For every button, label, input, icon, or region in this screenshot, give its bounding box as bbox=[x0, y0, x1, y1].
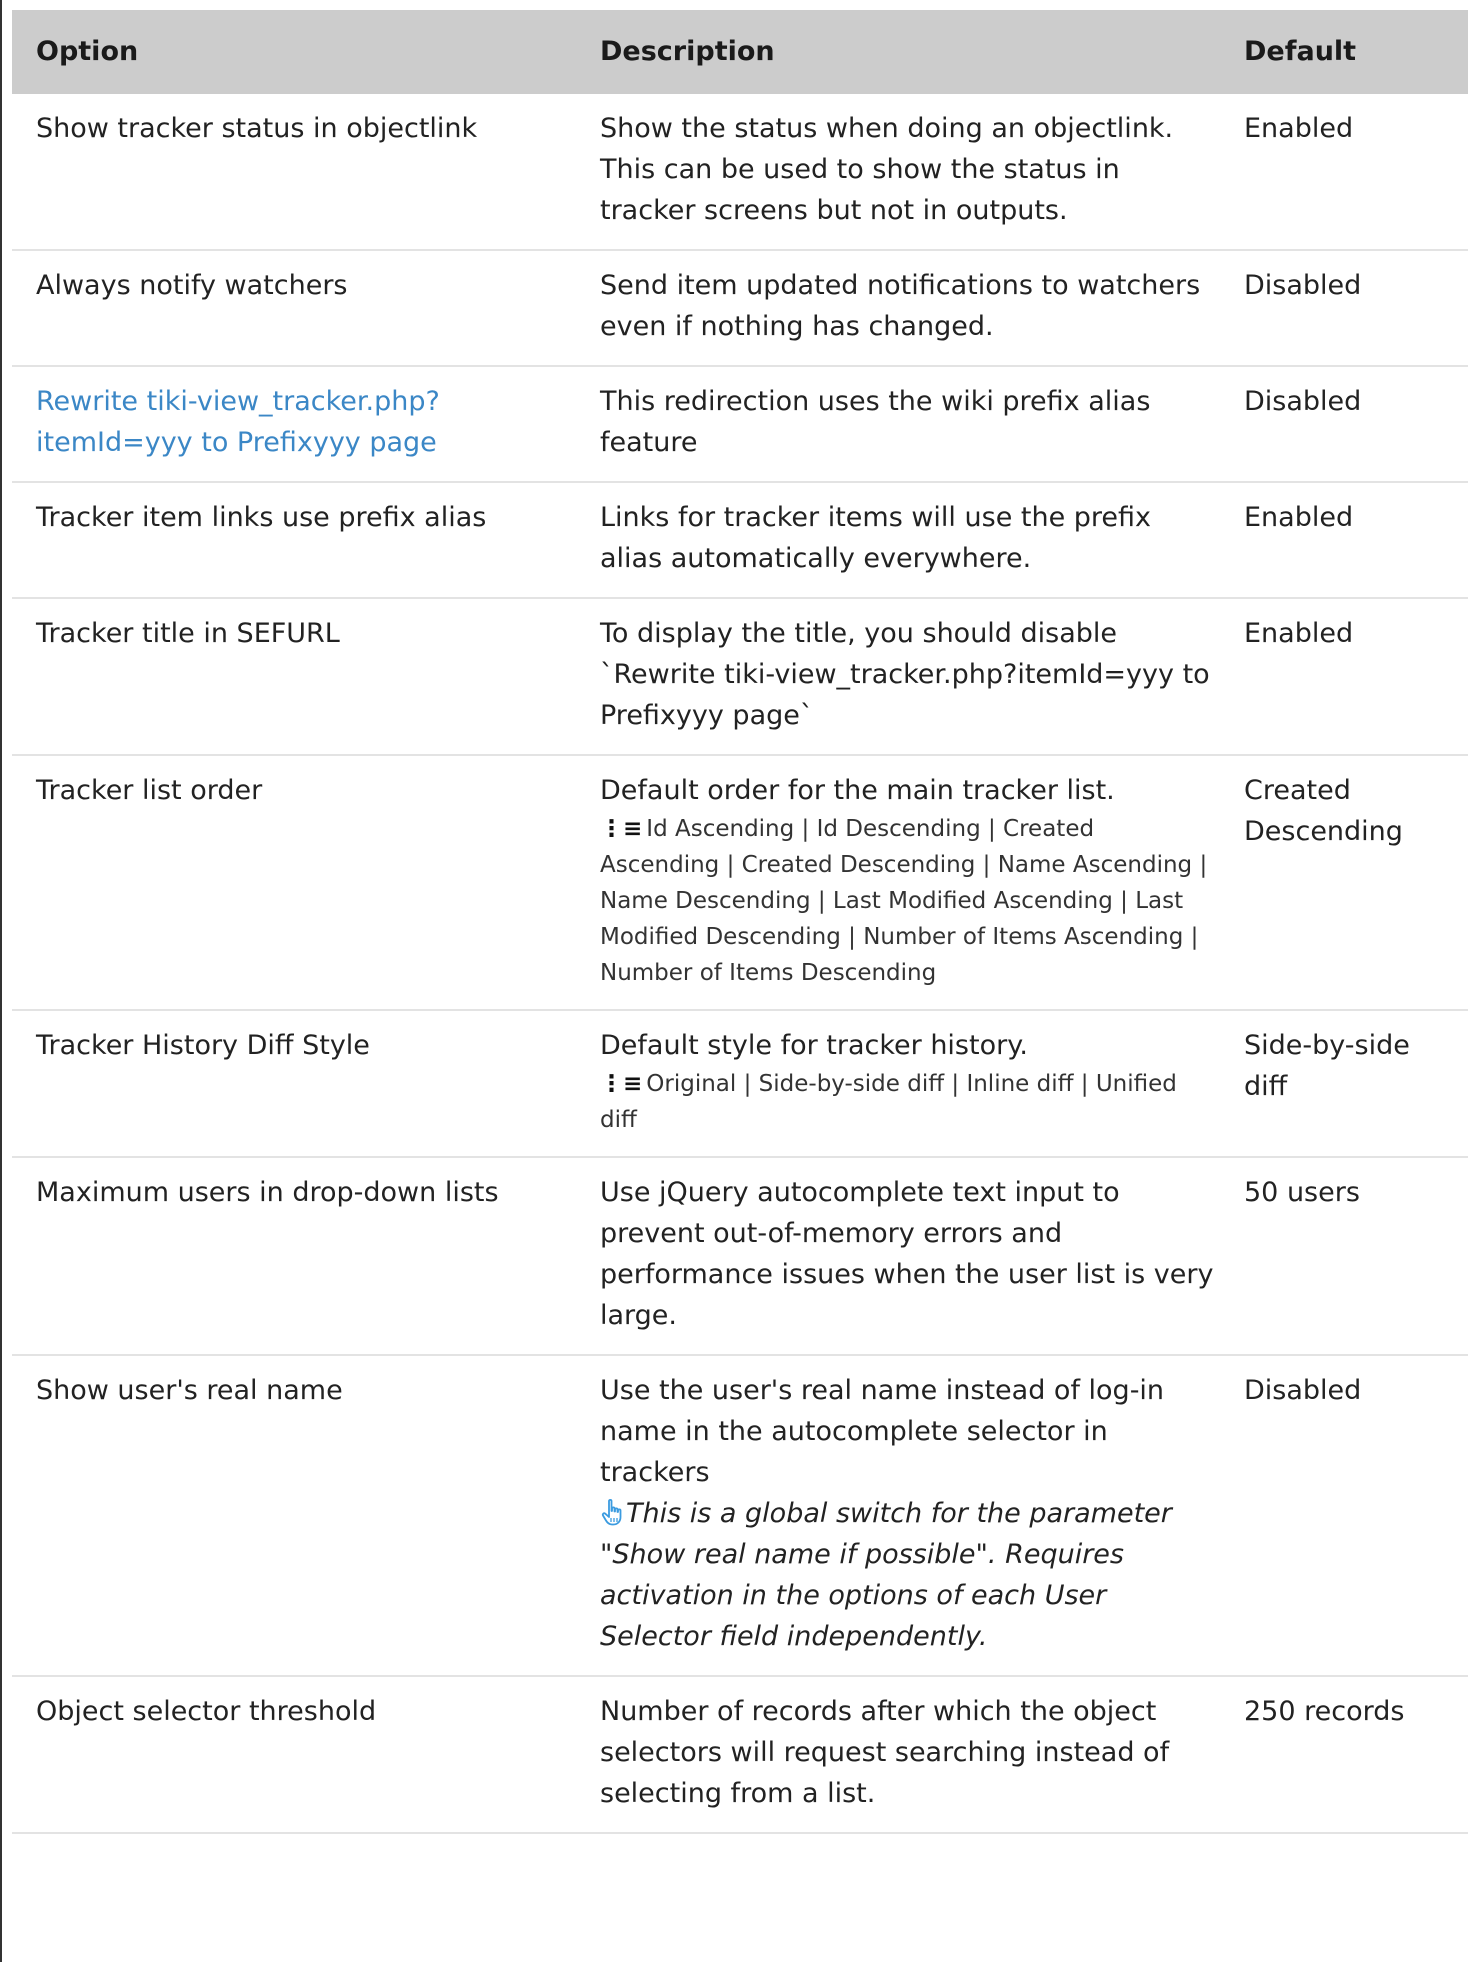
table-row: Rewrite tiki-view_tracker.php?itemId=yyy… bbox=[12, 366, 1468, 483]
hint-note: This is a global switch for the paramete… bbox=[600, 1493, 1220, 1657]
default-cell: Disabled bbox=[1236, 366, 1468, 483]
table-row: Tracker title in SEFURL To display the t… bbox=[12, 598, 1468, 756]
option-cell: Tracker item links use prefix alias bbox=[12, 482, 576, 599]
options-text: Original | Side-by-side diff | Inline di… bbox=[600, 1071, 1177, 1133]
description-cell: Number of records after which the object… bbox=[576, 1676, 1236, 1834]
table-row: Tracker list order Default order for the… bbox=[12, 755, 1468, 1011]
option-cell: Always notify watchers bbox=[12, 250, 576, 367]
preferences-table-container: Option Description Default Show tracker … bbox=[12, 10, 1468, 1834]
description-cell: Default order for the main tracker list.… bbox=[576, 755, 1236, 1011]
header-default: Default bbox=[1236, 10, 1468, 94]
default-cell: Enabled bbox=[1236, 598, 1468, 756]
description-cell: Use the user's real name instead of log-… bbox=[576, 1355, 1236, 1677]
description-cell: To display the title, you should disable… bbox=[576, 598, 1236, 756]
default-cell: Created Descending bbox=[1236, 755, 1468, 1011]
table-row: Tracker History Diff Style Default style… bbox=[12, 1010, 1468, 1158]
description-text: Default style for tracker history. bbox=[600, 1030, 1028, 1061]
page-left-border bbox=[0, 0, 2, 1962]
default-cell: Side-by-side diff bbox=[1236, 1010, 1468, 1158]
header-option: Option bbox=[12, 10, 576, 94]
options-list: ⋮≡ Original | Side-by-side diff | Inline … bbox=[600, 1066, 1220, 1138]
options-list: ⋮≡ Id Ascending | Id Descending | Created… bbox=[600, 811, 1220, 991]
option-cell: Show user's real name bbox=[12, 1355, 576, 1677]
option-cell: Tracker list order bbox=[12, 755, 576, 1011]
table-row: Tracker item links use prefix alias Link… bbox=[12, 482, 1468, 599]
description-cell: Default style for tracker history. ⋮≡ Ori… bbox=[576, 1010, 1236, 1158]
table-row: Object selector threshold Number of reco… bbox=[12, 1676, 1468, 1834]
pointing-hand-icon bbox=[601, 1498, 622, 1526]
option-cell: Tracker History Diff Style bbox=[12, 1010, 576, 1158]
table-header: Option Description Default bbox=[12, 10, 1468, 94]
default-cell: Enabled bbox=[1236, 482, 1468, 599]
hint-text: This is a global switch for the paramete… bbox=[600, 1498, 1172, 1652]
default-cell: 50 users bbox=[1236, 1157, 1468, 1356]
description-text: Default order for the main tracker list. bbox=[600, 775, 1115, 806]
header-description: Description bbox=[576, 10, 1236, 94]
table-body: Show tracker status in objectlink Show t… bbox=[12, 94, 1468, 1834]
option-cell: Show tracker status in objectlink bbox=[12, 94, 576, 251]
default-cell: 250 records bbox=[1236, 1676, 1468, 1834]
list-icon: ⋮≡ bbox=[600, 1071, 643, 1097]
description-cell: Links for tracker items will use the pre… bbox=[576, 482, 1236, 599]
description-text: Use the user's real name instead of log-… bbox=[600, 1375, 1165, 1488]
description-cell: Send item updated notifications to watch… bbox=[576, 250, 1236, 367]
description-cell: Show the status when doing an objectlink… bbox=[576, 94, 1236, 251]
table-row: Show tracker status in objectlink Show t… bbox=[12, 94, 1468, 251]
default-cell: Enabled bbox=[1236, 94, 1468, 251]
table-row: Maximum users in drop-down lists Use jQu… bbox=[12, 1157, 1468, 1356]
list-icon: ⋮≡ bbox=[600, 816, 643, 842]
options-text: Id Ascending | Id Descending | Created A… bbox=[600, 816, 1208, 986]
option-cell: Maximum users in drop-down lists bbox=[12, 1157, 576, 1356]
option-link-rewrite-tracker[interactable]: Rewrite tiki-view_tracker.php?itemId=yyy… bbox=[36, 386, 440, 458]
preferences-table: Option Description Default Show tracker … bbox=[12, 10, 1468, 1834]
table-row: Always notify watchers Send item updated… bbox=[12, 250, 1468, 367]
description-cell: This redirection uses the wiki prefix al… bbox=[576, 366, 1236, 483]
table-row: Show user's real name Use the user's rea… bbox=[12, 1355, 1468, 1677]
description-cell: Use jQuery autocomplete text input to pr… bbox=[576, 1157, 1236, 1356]
default-cell: Disabled bbox=[1236, 1355, 1468, 1677]
default-cell: Disabled bbox=[1236, 250, 1468, 367]
header-row: Option Description Default bbox=[12, 10, 1468, 94]
option-cell: Tracker title in SEFURL bbox=[12, 598, 576, 756]
option-cell: Object selector threshold bbox=[12, 1676, 576, 1834]
option-cell: Rewrite tiki-view_tracker.php?itemId=yyy… bbox=[12, 366, 576, 483]
